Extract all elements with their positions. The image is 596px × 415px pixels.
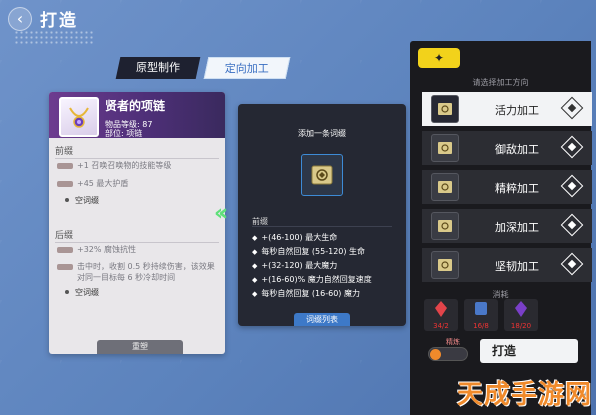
prefix-label: 前缀 (55, 144, 219, 159)
option-diamond-icon (560, 174, 584, 198)
option-tenacity[interactable]: 坚韧加工 (422, 248, 592, 282)
item-card: 贤者的项链 物品等级: 87 部位: 项链 前缀 +1 召唤召唤物的技能等级 +… (49, 92, 225, 354)
option-label: 坚韧加工 (495, 260, 539, 273)
processing-panel: ✦ 请选择加工方向 活力加工 御敌加工 精粹加工 加深加工 坚韧加工 消耗 34… (410, 41, 592, 415)
option-vitality[interactable]: 活力加工 (422, 92, 592, 126)
toggle-knob (430, 349, 441, 360)
suffix-empty-affix[interactable]: 空词缀 (75, 287, 99, 298)
refine-toggle[interactable] (428, 347, 468, 361)
rune-icon (431, 134, 459, 162)
empty-affix-dot (65, 198, 69, 202)
option-defense[interactable]: 御敌加工 (422, 131, 592, 165)
prefix-affix: +45 最大护盾 (77, 179, 129, 188)
rune-icon (431, 95, 459, 123)
red-crystal-icon[interactable]: 34/2 (424, 299, 458, 331)
material-count: 16/8 (473, 322, 489, 330)
option-label: 御敌加工 (495, 143, 539, 156)
tab-directed-processing[interactable]: 定向加工 (203, 57, 291, 79)
chevron-left-icon: «‹ (214, 201, 228, 226)
forge-badge-icon: ✦ (418, 48, 460, 68)
material-count: 18/20 (510, 322, 532, 330)
material-count: 34/2 (433, 322, 449, 330)
rune-icon (431, 173, 459, 201)
direction-title: 请选择加工方向 (472, 78, 529, 87)
option-essence[interactable]: 精粹加工 (422, 170, 592, 204)
affix-option: 每秒自然回复 (55-120) 生命 (252, 246, 365, 257)
option-label: 加深加工 (495, 221, 539, 234)
divider (252, 226, 392, 227)
rune-icon[interactable] (301, 154, 343, 196)
affix-option: +(46-100) 最大生命 (252, 232, 337, 243)
add-affix-title: 添加一条词缀 (298, 129, 346, 138)
option-label: 精粹加工 (495, 182, 539, 195)
option-diamond-icon (560, 213, 584, 237)
suffix-label: 后缀 (55, 228, 219, 243)
option-diamond-icon (560, 96, 584, 120)
option-diamond-icon (560, 252, 584, 276)
rune-stone-icon[interactable]: 16/8 (464, 299, 498, 331)
option-deepen[interactable]: 加深加工 (422, 209, 592, 243)
forge-button[interactable]: 打造 (480, 339, 578, 363)
tab-prototype[interactable]: 原型制作 (115, 57, 201, 79)
item-name: 贤者的项链 (105, 99, 166, 113)
purple-crystal-icon[interactable]: 18/20 (504, 299, 538, 331)
header: ‹ 打造 (8, 6, 78, 31)
suffix-affix: +32% 腐蚀抗性 (77, 245, 137, 254)
rune-icon (431, 212, 459, 240)
refine-label: 精炼 (446, 338, 460, 346)
affix-list-button[interactable]: 词缀列表 (294, 313, 350, 326)
back-arrow-icon[interactable]: ‹ (8, 6, 32, 31)
prefix-affix: +1 召唤召唤物的技能等级 (77, 161, 172, 170)
affix-option: +(16-60)% 魔力自然回复速度 (252, 274, 371, 285)
suffix-affix: 击中时，收割 0.5 秒持续伤害，该效果对同一目标每 6 秒冷却时间 (77, 262, 215, 282)
add-affix-panel: 添加一条词缀 前缀 +(46-100) 最大生命 每秒自然回复 (55-120)… (238, 104, 406, 326)
item-slot: 部位: 项链 (105, 129, 143, 138)
affix-tag (57, 264, 73, 270)
prefix-empty-affix[interactable]: 空词缀 (75, 195, 99, 206)
option-diamond-icon (560, 135, 584, 159)
affix-tag (57, 247, 73, 253)
empty-affix-dot (65, 290, 69, 294)
item-card-header: 贤者的项链 物品等级: 87 部位: 项链 (49, 92, 225, 138)
materials-list: 34/2 16/8 18/20 (424, 299, 538, 331)
reshape-button[interactable]: 重塑 (97, 340, 183, 354)
affix-tag (57, 181, 73, 187)
action-row: 精炼 打造 (422, 337, 590, 365)
affix-tag (57, 163, 73, 169)
option-label: 活力加工 (495, 104, 539, 117)
page-title: 打造 (40, 11, 78, 31)
affix-option: +(32-120) 最大魔力 (252, 260, 337, 271)
necklace-icon (59, 97, 99, 137)
affix-option: 每秒自然回复 (16-60) 魔力 (252, 288, 360, 299)
tab-bar: 原型制作 定向加工 (115, 57, 291, 79)
rune-icon (431, 251, 459, 279)
title-decoration (14, 30, 94, 44)
watermark: 天成手游网 (456, 380, 592, 410)
